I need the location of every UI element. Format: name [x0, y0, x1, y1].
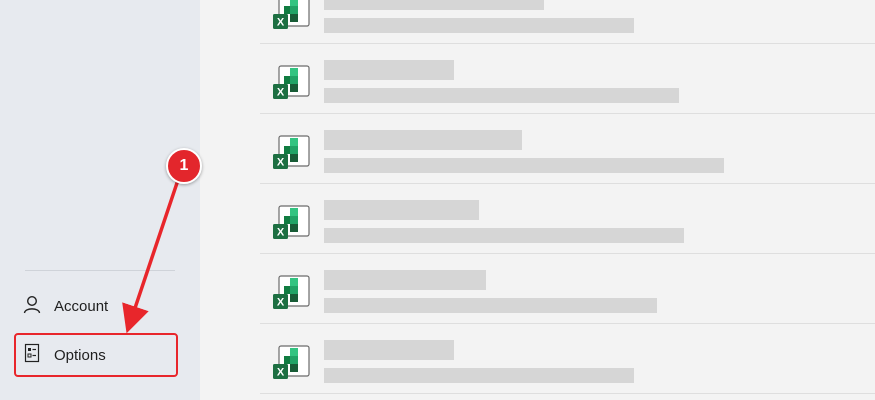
file-name-placeholder: [324, 130, 522, 150]
sidebar: Account Options: [0, 0, 200, 400]
file-path-placeholder: [324, 228, 684, 243]
sidebar-item-options[interactable]: Options: [14, 333, 178, 377]
list-item[interactable]: X: [260, 114, 875, 184]
excel-file-icon: X: [272, 274, 310, 312]
list-item[interactable]: X: [260, 254, 875, 324]
svg-text:X: X: [277, 367, 285, 379]
excel-file-icon: X: [272, 344, 310, 382]
file-path-placeholder: [324, 88, 679, 103]
callout-badge: 1: [166, 148, 202, 184]
options-icon: [22, 343, 42, 367]
svg-text:X: X: [277, 157, 285, 169]
sidebar-item-label: Options: [54, 346, 106, 364]
file-name-placeholder: [324, 0, 544, 10]
list-item[interactable]: X: [260, 0, 875, 44]
file-name-placeholder: [324, 340, 454, 360]
excel-file-icon: X: [272, 204, 310, 242]
list-item[interactable]: X: [260, 184, 875, 254]
person-icon: [22, 294, 42, 318]
excel-file-icon: X: [272, 134, 310, 172]
sidebar-item-label: Account: [54, 297, 109, 315]
list-item[interactable]: X: [260, 44, 875, 114]
file-name-placeholder: [324, 60, 454, 80]
svg-text:X: X: [277, 17, 285, 29]
file-path-placeholder: [324, 18, 634, 33]
svg-text:X: X: [277, 87, 285, 99]
file-path-placeholder: [324, 158, 724, 173]
excel-file-icon: X: [272, 64, 310, 102]
row-divider: [260, 393, 875, 394]
excel-file-icon: X: [272, 0, 310, 32]
file-name-placeholder: [324, 200, 479, 220]
file-name-placeholder: [324, 270, 486, 290]
svg-text:X: X: [277, 227, 285, 239]
sidebar-divider: [25, 270, 175, 271]
sidebar-item-account[interactable]: Account: [14, 284, 178, 328]
list-item[interactable]: X: [260, 324, 875, 394]
file-path-placeholder: [324, 368, 634, 383]
svg-text:X: X: [277, 297, 285, 309]
file-path-placeholder: [324, 298, 657, 313]
recent-files-list: X X X X X X: [200, 0, 875, 400]
